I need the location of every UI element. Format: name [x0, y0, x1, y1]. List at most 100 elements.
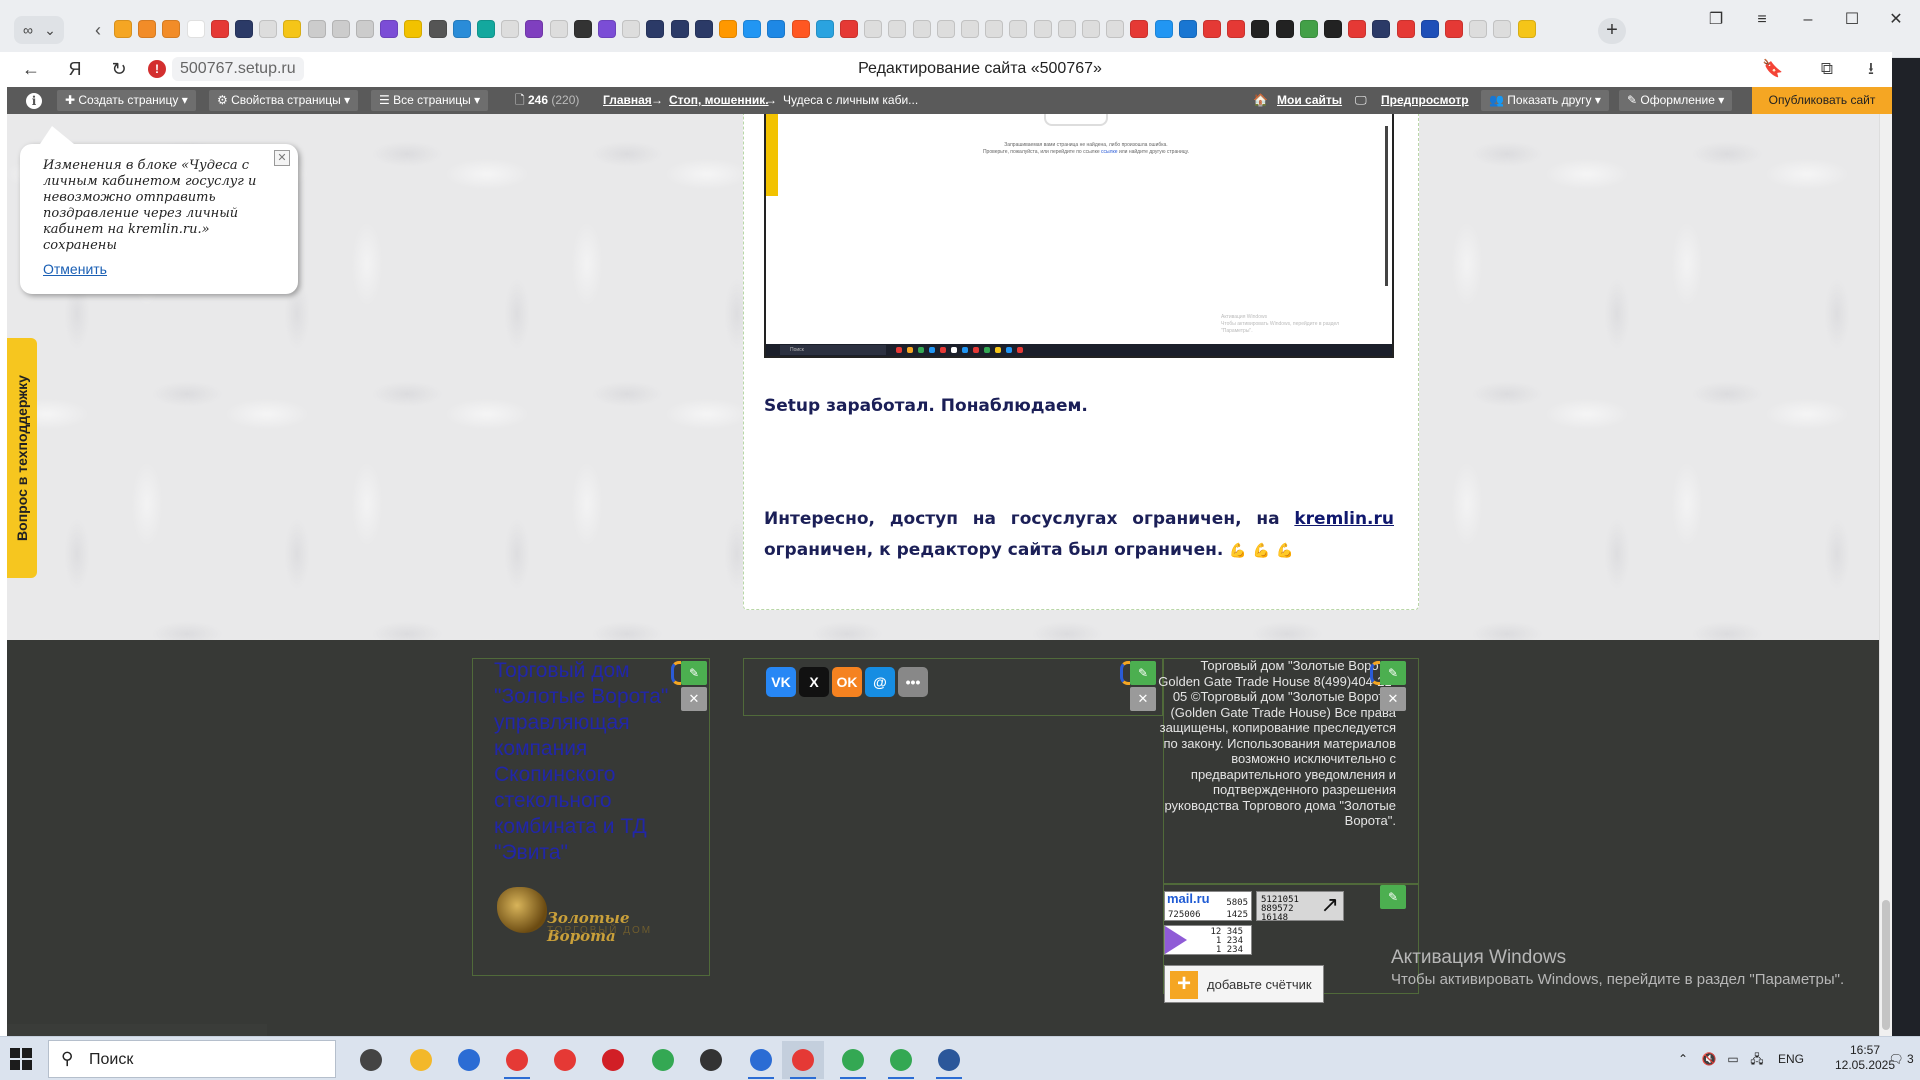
- liveinternet-counter[interactable]: 5121051 889572 16148 ↗: [1256, 891, 1344, 923]
- speaker-muted-icon[interactable]: 🔇: [1700, 1050, 1718, 1068]
- pinned-tab-favicon[interactable]: [138, 20, 157, 38]
- pinned-tab-favicon[interactable]: [210, 20, 229, 38]
- pinned-tab-favicon[interactable]: [525, 20, 544, 38]
- pinned-tab-favicon[interactable]: [1299, 20, 1318, 38]
- pinned-tab-favicon[interactable]: [1251, 20, 1270, 38]
- pinned-tab-favicon[interactable]: [162, 20, 181, 38]
- pinned-tab-favicon[interactable]: [380, 20, 399, 38]
- pinned-tab-favicon[interactable]: [961, 20, 979, 38]
- pinned-tab-favicon[interactable]: [646, 20, 665, 38]
- my-sites-link[interactable]: Мои сайты: [1269, 90, 1350, 111]
- close-window-icon[interactable]: ✕: [1884, 8, 1908, 32]
- pinned-tab-favicon[interactable]: [912, 20, 931, 38]
- pinned-tab-favicon[interactable]: [1372, 20, 1391, 38]
- chrome-icon[interactable]: [642, 1041, 684, 1079]
- all-pages-button[interactable]: ☰ Все страницы ▾: [371, 90, 489, 111]
- show-friend-button[interactable]: 👥 Показать другу ▾: [1481, 90, 1609, 111]
- pinned-tab-favicon[interactable]: [549, 20, 568, 38]
- mail-ru-counter[interactable]: mail.ru 5805 725006 1425: [1164, 891, 1252, 921]
- pinned-tab-favicon[interactable]: [1396, 20, 1415, 38]
- bookmark-icon[interactable]: 🔖: [1760, 56, 1786, 82]
- task-view-icon[interactable]: [350, 1041, 392, 1079]
- notification-center-icon[interactable]: 🗨 3: [1886, 1050, 1916, 1068]
- pinned-tab-favicon[interactable]: [1348, 20, 1367, 38]
- pinned-tab-favicon[interactable]: [1178, 20, 1197, 38]
- pinned-tab-favicon[interactable]: [598, 20, 616, 38]
- pinned-tab-favicon[interactable]: [1203, 20, 1221, 38]
- pinned-tab-favicon[interactable]: [1275, 20, 1294, 38]
- pinned-tab-favicon[interactable]: [404, 20, 423, 38]
- delete-block-button[interactable]: ✕: [681, 687, 707, 711]
- pinned-tab-favicon[interactable]: [356, 20, 374, 38]
- pinned-tab-favicon[interactable]: [331, 20, 350, 38]
- pinned-tab-favicon[interactable]: [1154, 20, 1173, 38]
- pinned-tab-favicon[interactable]: [767, 20, 786, 38]
- chrome-profile-icon[interactable]: [832, 1041, 874, 1079]
- word-icon[interactable]: [928, 1041, 970, 1079]
- maximize-icon[interactable]: ☐: [1840, 8, 1864, 32]
- create-page-button[interactable]: ✚ Создать страницу ▾: [57, 90, 196, 111]
- tabs-overview-icon[interactable]: ∞: [18, 20, 38, 40]
- network-icon[interactable]: 🖧: [1748, 1050, 1766, 1068]
- url-field[interactable]: 500767.setup.ru: [172, 57, 304, 81]
- taskbar-search[interactable]: ⚲ Поиск: [48, 1040, 336, 1078]
- pinned-tab-favicon[interactable]: [307, 20, 326, 38]
- pinned-tab-favicon[interactable]: [985, 20, 1004, 38]
- breadcrumb-mid[interactable]: Стоп, мошенник.: [661, 90, 777, 111]
- pinned-tab-favicon[interactable]: [428, 20, 447, 38]
- odnoklassniki-icon[interactable]: OK: [832, 667, 862, 697]
- pinned-tab-favicon[interactable]: [186, 20, 205, 38]
- pinned-tab-favicon[interactable]: [864, 20, 883, 38]
- pinned-tab-favicon[interactable]: [1082, 20, 1100, 38]
- pinned-tab-favicon[interactable]: [1033, 20, 1052, 38]
- pinned-tab-favicon[interactable]: [1517, 20, 1536, 38]
- pinned-tab-favicon[interactable]: [259, 20, 278, 38]
- preview-link[interactable]: Предпросмотр: [1373, 90, 1477, 111]
- pinned-tab-favicon[interactable]: [1009, 20, 1028, 38]
- settings-gear-icon[interactable]: [690, 1041, 732, 1079]
- publish-site-button[interactable]: Опубликовать сайт: [1752, 87, 1892, 114]
- file-explorer-icon[interactable]: [400, 1041, 442, 1079]
- tabs-scroll-left-icon[interactable]: ‹: [88, 18, 108, 42]
- pinned-tab-favicon[interactable]: [743, 20, 762, 38]
- add-counter-button[interactable]: + добавьте счётчик: [1164, 965, 1324, 1003]
- x-icon[interactable]: X: [799, 667, 829, 697]
- content-block[interactable]: Запрашиваемая вами страница не найдена, …: [743, 114, 1419, 610]
- new-tab-button[interactable]: +: [1598, 18, 1626, 44]
- chrome-profile-2-icon[interactable]: [880, 1041, 922, 1079]
- yandex-browser-icon[interactable]: [496, 1041, 538, 1079]
- pinned-tab-favicon[interactable]: [936, 20, 955, 38]
- pinned-tab-favicon[interactable]: [114, 20, 132, 38]
- close-icon[interactable]: ✕: [274, 150, 290, 166]
- pinned-tab-favicon[interactable]: [477, 20, 495, 38]
- opera-icon[interactable]: [592, 1041, 634, 1079]
- tab-group-control[interactable]: ∞ ⌄: [14, 16, 64, 44]
- pinned-tab-favicon[interactable]: [1445, 20, 1463, 38]
- top-mail-counter[interactable]: 12 345 1 234 1 234: [1164, 925, 1252, 955]
- back-arrow-icon[interactable]: ←: [18, 56, 44, 82]
- pinned-tab-favicon[interactable]: [1420, 20, 1439, 38]
- footer-share-block[interactable]: VK X OK @ ••• ✎ ✕: [743, 658, 1163, 716]
- pinned-tab-favicon[interactable]: [815, 20, 834, 38]
- pinned-tab-favicon[interactable]: [235, 20, 253, 38]
- language-indicator[interactable]: ENG: [1776, 1050, 1806, 1068]
- pinned-tab-favicon[interactable]: [840, 20, 858, 38]
- vk-icon[interactable]: VK: [766, 667, 796, 697]
- kremlin-link[interactable]: kremlin.ru: [1294, 509, 1394, 529]
- reload-icon[interactable]: ↻: [106, 56, 132, 82]
- footer-company-block[interactable]: Торговый дом "Золотые Ворота" управляюща…: [472, 658, 710, 976]
- support-question-tab[interactable]: Вопрос в техподдержку: [7, 338, 37, 578]
- battery-icon[interactable]: ▭: [1724, 1050, 1742, 1068]
- windows-start-icon[interactable]: [10, 1048, 32, 1070]
- pinned-tab-favicon[interactable]: [1106, 20, 1125, 38]
- delete-block-button[interactable]: ✕: [1130, 687, 1156, 711]
- extensions-icon[interactable]: ⧉: [1814, 56, 1840, 82]
- mail-ru-icon[interactable]: @: [865, 667, 895, 697]
- pinned-tab-favicon[interactable]: [791, 20, 810, 38]
- footer-copyright-block[interactable]: Торговый дом "Золотые Ворота" Golden Gat…: [1158, 658, 1419, 884]
- pinned-tab-favicon[interactable]: [1130, 20, 1149, 38]
- pinned-tab-favicon[interactable]: [283, 20, 302, 38]
- yandex-browser-active-icon[interactable]: [782, 1041, 824, 1079]
- page-scrollbar[interactable]: [1879, 114, 1892, 1036]
- info-icon[interactable]: i: [26, 93, 42, 109]
